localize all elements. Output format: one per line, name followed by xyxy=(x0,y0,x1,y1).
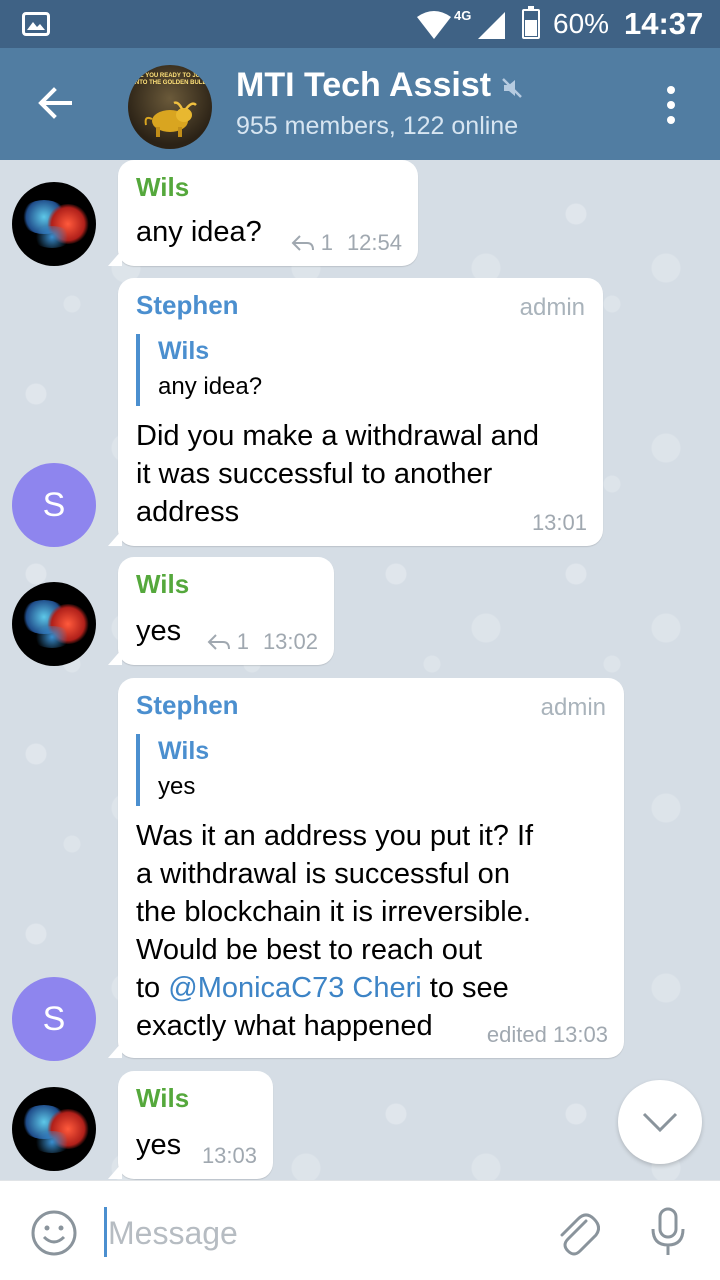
message-sender[interactable]: Wils xyxy=(136,172,189,203)
message-bubble[interactable]: Stephen admin Wils any idea? Did you mak… xyxy=(108,278,603,546)
back-button[interactable] xyxy=(30,78,80,128)
dot-icon xyxy=(667,116,675,124)
dot-icon xyxy=(667,86,675,94)
message-sender[interactable]: Stephen xyxy=(136,690,239,721)
golden-bull-image xyxy=(144,101,197,137)
paperclip-icon[interactable] xyxy=(556,1209,600,1257)
avatar-stephen[interactable]: S xyxy=(12,977,96,1061)
status-bar: 4G 60% 14:37 xyxy=(0,0,720,48)
message-input-bar xyxy=(0,1180,720,1280)
admin-badge: admin xyxy=(540,694,606,721)
chat-title: MTI Tech Assist xyxy=(236,66,492,104)
quote-text: any idea? xyxy=(158,373,263,400)
message-sender[interactable]: Stephen xyxy=(136,290,239,321)
reply-count[interactable]: 1 xyxy=(237,629,249,655)
message-line: to @MonicaC73 Cheri to see xyxy=(136,969,533,1007)
clock: 14:37 xyxy=(624,6,704,41)
message-line: Would be best to reach out xyxy=(136,934,483,966)
message-bubble[interactable]: Wils yes 13:03 xyxy=(108,1071,273,1179)
message-line: it was successful to another xyxy=(136,458,493,490)
wifi-icon xyxy=(417,11,451,39)
chevron-down-icon xyxy=(642,1112,678,1133)
dot-icon xyxy=(667,101,675,109)
message-meta: 13:01 xyxy=(532,510,587,536)
message-time: 13:01 xyxy=(531,510,587,535)
battery-icon xyxy=(522,6,540,39)
battery-percent: 60% xyxy=(553,8,610,39)
network-type: 4G xyxy=(454,8,472,23)
more-menu-button[interactable] xyxy=(654,82,688,128)
message-time: 13:02 xyxy=(262,629,318,654)
message-text: yes xyxy=(136,1129,182,1161)
message-bubble[interactable]: Wils any idea? 1 12:54 xyxy=(108,160,418,266)
reply-icon xyxy=(207,634,230,650)
quote-sender: Wils xyxy=(158,737,210,765)
avatar-wils[interactable] xyxy=(12,582,96,666)
reply-quote[interactable]: Wils yes xyxy=(136,734,209,806)
message-line: Was it an address you put it? If xyxy=(136,820,534,852)
emoji-icon[interactable] xyxy=(30,1209,78,1257)
chat-area[interactable]: Wils any idea? 1 12:54 Stephen admin Wil… xyxy=(0,160,720,1180)
message-text: Did you make a withdrawal and it was suc… xyxy=(136,417,539,531)
message-meta: 1 13:02 xyxy=(207,629,318,655)
quote-text: yes xyxy=(158,773,196,800)
reply-count[interactable]: 1 xyxy=(321,230,333,256)
message-meta: 13:03 xyxy=(202,1143,257,1169)
mention-link[interactable]: @MonicaC73 Cheri xyxy=(168,972,421,1004)
image-notification-icon xyxy=(22,12,50,36)
message-line: a withdrawal is successful on xyxy=(136,858,510,890)
title-row[interactable]: MTI Tech Assist xyxy=(236,66,523,105)
message-text: Was it an address you put it? If a withd… xyxy=(136,817,533,1045)
message-line: address xyxy=(136,496,240,528)
reply-icon xyxy=(291,235,314,251)
chat-header: ARE YOU READY TO JUMP ONTO THE GOLDEN BU… xyxy=(0,48,720,160)
signal-icon xyxy=(478,12,505,39)
message-time: 13:03 xyxy=(201,1143,257,1168)
message-sender[interactable]: Wils xyxy=(136,569,189,600)
quote-sender: Wils xyxy=(158,337,210,365)
message-line: exactly what happened xyxy=(136,1010,433,1042)
message-meta: 1 12:54 xyxy=(291,230,402,256)
scroll-to-bottom-button[interactable] xyxy=(618,1080,702,1164)
message-line: the blockchain it is irreversible. xyxy=(136,896,531,928)
arrow-left-icon xyxy=(38,87,72,119)
group-avatar[interactable]: ARE YOU READY TO JUMP ONTO THE GOLDEN BU… xyxy=(128,65,212,149)
message-meta: edited 13:03 xyxy=(487,1022,608,1048)
chat-subtitle: 955 members, 122 online xyxy=(236,112,519,140)
message-input[interactable] xyxy=(108,1211,528,1255)
avatar-wils[interactable] xyxy=(12,1087,96,1171)
avatar-stephen[interactable]: S xyxy=(12,463,96,547)
message-sender[interactable]: Wils xyxy=(136,1083,189,1114)
message-time: edited 13:03 xyxy=(486,1022,608,1047)
battery-level xyxy=(525,20,537,36)
message-line: Did you make a withdrawal and xyxy=(136,420,539,452)
text-span: to see xyxy=(421,972,509,1004)
message-time: 12:54 xyxy=(346,230,402,255)
message-text: any idea? xyxy=(136,216,262,248)
admin-badge: admin xyxy=(519,294,585,321)
message-bubble[interactable]: Stephen admin Wils yes Was it an address… xyxy=(108,678,624,1058)
avatar-wils[interactable] xyxy=(12,182,96,266)
message-text: yes xyxy=(136,615,182,647)
reply-quote[interactable]: Wils any idea? xyxy=(136,334,262,406)
text-cursor xyxy=(104,1207,107,1257)
group-avatar-caption: ARE YOU READY TO JUMP ONTO THE GOLDEN BU… xyxy=(130,73,210,86)
message-bubble[interactable]: Wils yes 1 13:02 xyxy=(108,557,334,665)
microphone-icon[interactable] xyxy=(650,1207,686,1259)
text-span: to xyxy=(136,972,169,1004)
mute-icon xyxy=(502,77,522,98)
